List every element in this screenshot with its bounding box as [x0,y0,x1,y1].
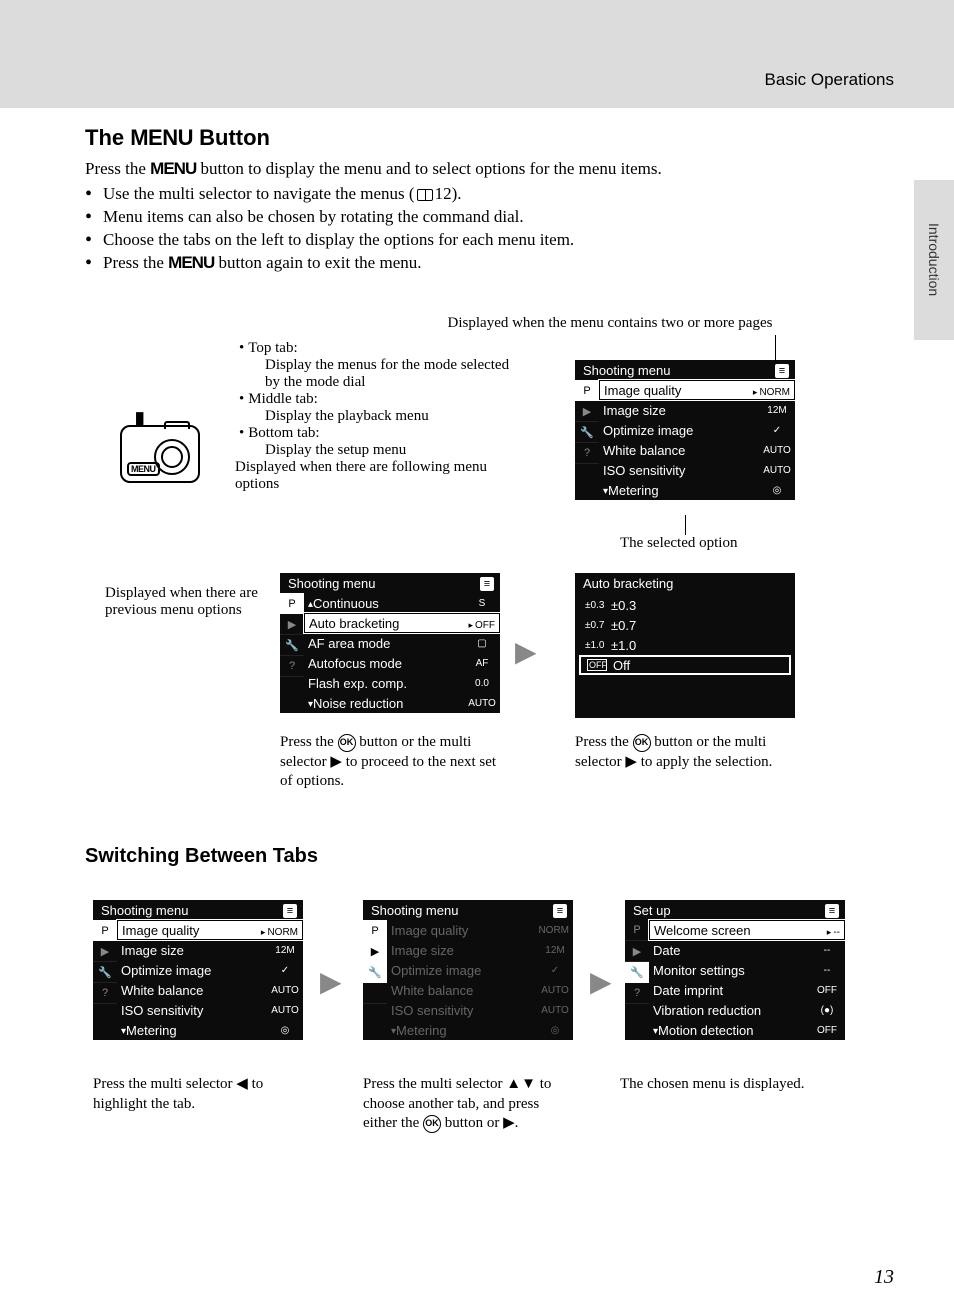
page-header: Basic Operations [765,70,894,90]
tab-icon-setup: 🔧 [625,962,649,983]
bullet-list: Use the multi selector to navigate the m… [85,183,894,275]
tab-icon-help: ? [93,983,117,1004]
menu-row: ▾Motion detectionOFF [649,1020,845,1040]
tab-icon-p: P [625,920,649,941]
tab-icon-setup: 🔧 [280,635,304,656]
intro-text: Press the MENU button to display the men… [85,159,894,179]
menu-row: ▾Noise reductionAUTO [304,693,500,713]
menu-row: Monitor settings-- [649,960,845,980]
tab-icon-playback: ▶ [280,614,304,635]
camera-illustration: ⬇ MENU [120,425,220,483]
screen2-caption: Press the OK button or the multi selecto… [280,733,500,792]
tab-icon-setup: 🔧 [93,962,117,983]
arrow-right-icon: ▶ [590,965,612,999]
submenu-row: ±1.0±1.0 [579,635,791,655]
menu-row: Image size12M [599,400,795,420]
menu-row: Date imprintOFF [649,980,845,1000]
menu-row: White balanceAUTO [387,980,573,1000]
bullet-item: Menu items can also be chosen by rotatin… [103,206,894,229]
menu-row: ISO sensitivityAUTO [599,460,795,480]
menu-row: Auto bracketing▸OFF [304,613,500,633]
tab-icon-p: P [280,593,304,614]
following-annotation: Displayed when there are following menu … [235,459,525,493]
bullet-item: Choose the tabs on the left to display t… [103,229,894,252]
tab-icon-playback: ▶ [575,401,599,422]
sw3-caption: The chosen menu is displayed. [620,1075,830,1095]
menu-row: Image size12M [117,940,303,960]
tab-icon-help: ? [625,983,649,1004]
menu-row: AF area mode▢ [304,633,500,653]
manual-ref-icon [417,189,433,201]
bullet-item: Press the MENU button again to exit the … [103,252,894,275]
side-tab-label: Introduction [926,223,942,296]
menu-screen-1: Shooting menu≡ P ▶ 🔧 ? Image quality▸NOR… [575,360,795,500]
tab-icon-help: ? [575,443,599,464]
tab-icon-help: ? [280,656,304,677]
screen3-caption: Press the OK button or the multi selecto… [575,733,795,772]
menu-row: Welcome screen▸-- [649,920,845,940]
tab-icon-help [363,983,387,1004]
ok-button-icon: OK [423,1115,441,1133]
scroll-indicator-icon: ≡ [480,577,494,591]
sw2-caption: Press the multi selector ▲▼ to choose an… [363,1075,573,1134]
menu-row: Image qualityNORM [387,920,573,940]
ok-button-icon: OK [633,734,651,752]
menu-row: Optimize image✓ [599,420,795,440]
menu-row: ▾Metering◎ [599,480,795,500]
ok-button-icon: OK [338,734,356,752]
pages-annotation: Displayed when the menu contains two or … [355,315,865,332]
tab-icon-playback: ▶ [363,941,387,962]
scroll-indicator-icon: ≡ [825,904,839,918]
menu-screen-2: Shooting menu≡ P ▶ 🔧 ? ▴ContinuousS Auto… [280,573,500,713]
section-heading: Switching Between Tabs [85,845,318,868]
menu-row: Image quality▸NORM [599,380,795,400]
page-number: 13 [874,1266,894,1289]
previous-annotation: Displayed when there are previous menu o… [105,585,275,619]
tab-icon-playback: ▶ [625,941,649,962]
page-title: The MENU Button [85,125,894,151]
arrow-right-icon: ▶ [320,965,342,999]
tab-icon-p: P [575,380,599,401]
sw1-caption: Press the multi selector ◀ to highlight … [93,1075,303,1114]
submenu-screen: Auto bracketing ±0.3±0.3 ±0.7±0.7 ±1.0±1… [575,573,795,718]
menu-row: ▾Metering◎ [117,1020,303,1040]
menu-row: ISO sensitivityAUTO [387,1000,573,1020]
tab-icon-p: P [93,920,117,941]
scroll-indicator-icon: ≡ [553,904,567,918]
menu-row: ▾Metering◎ [387,1020,573,1040]
menu-row: Optimize image✓ [387,960,573,980]
menu-row: White balanceAUTO [599,440,795,460]
menu-row: Flash exp. comp.0.0 [304,673,500,693]
tab-icon-playback: ▶ [93,941,117,962]
submenu-row: ±0.3±0.3 [579,595,791,615]
submenu-row: ±0.7±0.7 [579,615,791,635]
arrow-right-icon: ▶ [515,635,537,669]
scroll-indicator-icon: ≡ [283,904,297,918]
tab-icon-setup: 🔧 [363,962,387,983]
menu-row: Optimize image✓ [117,960,303,980]
menu-row: White balanceAUTO [117,980,303,1000]
bullet-item: Use the multi selector to navigate the m… [103,183,894,206]
menu-row: Image quality▸NORM [117,920,303,940]
tab-icon-p: P [363,920,387,941]
sw-screen-2: Shooting menu≡ P ▶ 🔧 Image qualityNORM I… [363,900,573,1040]
sw-screen-1: Shooting menu≡ P ▶ 🔧 ? Image quality▸NOR… [93,900,303,1040]
side-tab: Introduction [914,180,954,340]
menu-row: ▴ContinuousS [304,593,500,613]
sw-screen-3: Set up≡ P ▶ 🔧 ? Welcome screen▸-- Date--… [625,900,845,1040]
selected-annotation: The selected option [620,535,737,552]
submenu-row: OFFOff [579,655,791,675]
menu-row: ISO sensitivityAUTO [117,1000,303,1020]
tab-icon-setup: 🔧 [575,422,599,443]
menu-row: Vibration reduction(●) [649,1000,845,1020]
menu-row: Image size12M [387,940,573,960]
scroll-indicator-icon: ≡ [775,364,789,378]
menu-row: Date-- [649,940,845,960]
menu-row: Autofocus modeAF [304,653,500,673]
tab-descriptions: Top tab: Display the menus for the mode … [235,340,525,493]
